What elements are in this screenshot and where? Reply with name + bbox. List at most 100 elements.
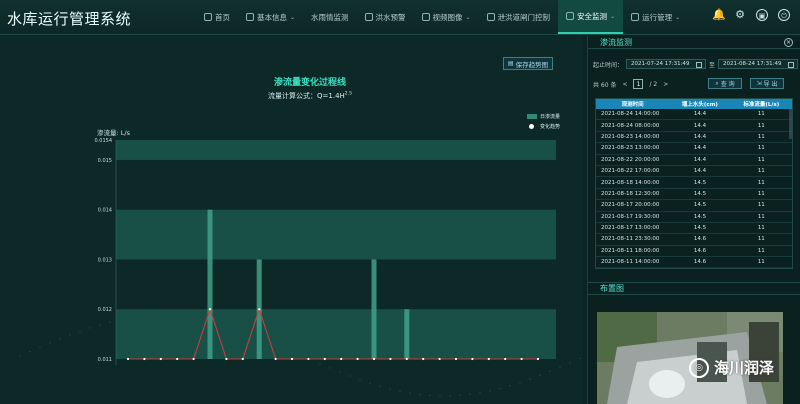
nav-item-0[interactable]: 首页 (196, 0, 238, 34)
decor-dot (69, 334, 71, 336)
y-tick-label: 0.013 (98, 257, 112, 263)
seepage-panel-header: 渗流监测 × (588, 36, 800, 49)
nav-item-3[interactable]: 洪水预警 (357, 0, 414, 34)
seepage-panel-title: 渗流监测 (600, 37, 632, 47)
table-scrollbar[interactable] (789, 109, 792, 139)
save-trend-button[interactable]: ▤ 保存趋势图 (503, 57, 553, 70)
col-flow[interactable]: 标准流量(L/s) (731, 100, 792, 108)
table-cell: 2021-08-23 13:00:00 (601, 145, 660, 152)
table-row[interactable]: 2021-08-17 19:30:00 14.5 11 (596, 212, 792, 223)
y-tick-label: 0.014 (98, 208, 112, 214)
side-panel: 渗流监测 × 起止时间： 2021-07-24 17:31:49 至 2021-… (587, 36, 800, 404)
table-cell: 11 (757, 111, 765, 118)
table-row[interactable]: 2021-08-11 14:00:00 14.6 11 (596, 257, 792, 268)
decor-dot (379, 385, 381, 387)
end-date-input[interactable]: 2021-08-24 17:31:49 (718, 59, 799, 69)
table-row[interactable]: 2021-08-18 14:00:00 14.5 11 (596, 177, 792, 189)
y-tick-label: 0.015 (98, 158, 112, 164)
save-trend-label: 保存趋势图 (515, 60, 549, 69)
decor-dot (109, 321, 111, 324)
legend-item-line[interactable]: 变化趋势 (527, 121, 560, 131)
lock-icon[interactable]: ▣ (756, 9, 768, 21)
nav-item-6[interactable]: 安全监测 ⌄ (558, 0, 624, 34)
nav-item-1[interactable]: 基本信息 ⌄ (238, 0, 303, 34)
table-cell: 14.5 (693, 225, 707, 232)
decor-dot (399, 390, 401, 392)
chart-band (116, 309, 556, 359)
table-body: 2021-08-24 14:00:00 14.4 11 2021-08-24 08:0… (596, 109, 792, 269)
watermark-text: 海川润泽 (714, 359, 775, 377)
query-button[interactable]: ⌕ 查 询 (708, 78, 742, 89)
table-cell: 11 (757, 145, 765, 152)
legend-item-bar[interactable]: 日渗流量 (527, 111, 560, 121)
table-row[interactable]: 2021-08-11 23:30:00 14.6 11 (596, 234, 792, 246)
decor-dot (559, 366, 561, 368)
top-icons: 🔔 ⚙ ▣ ⏻ (712, 9, 790, 21)
current-page[interactable]: 1 (633, 79, 644, 89)
y-tick-label: 0.011 (98, 357, 112, 363)
nav-item-label: 水雨情监测 (311, 12, 349, 22)
table-row[interactable]: 2021-08-24 14:00:00 14.4 11 (596, 109, 792, 121)
export-button[interactable]: ⇲ 导 出 (750, 78, 784, 89)
table-cell: 14.4 (693, 168, 707, 175)
trend-point (520, 357, 523, 361)
table-row[interactable]: 2021-08-22 20:00:00 14.4 11 (596, 155, 792, 166)
date-range: 起止时间： 2021-07-24 17:31:49 至 2021-08-24 1… (593, 59, 799, 69)
decor-dot (99, 324, 101, 326)
power-icon[interactable]: ⏻ (778, 9, 790, 21)
chart-title: 渗流量变化过程线 (273, 78, 346, 88)
legend-bar-label: 日渗流量 (540, 113, 561, 120)
formula: 流量计算公式：Q=1.4H2.5 (0, 91, 583, 101)
table-row[interactable]: 2021-08-11 18:00:00 14.6 11 (596, 246, 792, 258)
decor-dot (329, 367, 331, 369)
table-row[interactable]: 2021-08-23 13:00:00 14.4 11 (596, 143, 792, 155)
trend-point (323, 357, 326, 361)
table-row[interactable]: 2021-08-24 08:00:00 14.4 11 (596, 120, 792, 132)
trend-point (143, 357, 146, 361)
trend-point (208, 308, 212, 311)
col-time[interactable]: 观测时间 (596, 100, 669, 108)
trend-point (307, 357, 310, 361)
trend-point (389, 357, 392, 361)
decor-dot (349, 375, 351, 377)
flood-icon (364, 13, 373, 21)
table-row[interactable]: 2021-08-18 12:30:00 14.5 11 (596, 189, 792, 201)
bar (207, 209, 213, 359)
trend-point (176, 357, 179, 361)
nav-item-2[interactable]: 水雨情监测 (303, 0, 357, 34)
decor-dot (479, 392, 481, 394)
table-cell: 11 (757, 179, 765, 186)
table-cell: 2021-08-11 23:30:00 (601, 236, 660, 243)
table-row[interactable]: 2021-08-17 13:00:00 14.5 11 (596, 223, 792, 235)
start-date-input[interactable]: 2021-07-24 17:31:49 (626, 59, 707, 69)
table-cell: 11 (757, 168, 765, 175)
table-row[interactable]: 2021-08-11 13:30:0014.611 (596, 268, 792, 269)
gear-icon[interactable]: ⚙ (734, 9, 746, 21)
next-page-button[interactable]: > (663, 81, 668, 88)
col-head[interactable]: 堰上水头(cm) (669, 100, 730, 108)
pager: 共 60 条 < 1 / 2 > (593, 79, 668, 89)
close-icon[interactable]: × (784, 37, 793, 47)
layout-photo: ◎ 海川润泽 (597, 312, 783, 404)
trend-point (126, 357, 130, 361)
table-cell: 2021-08-18 14:00:00 (601, 179, 660, 186)
trend-point (225, 357, 228, 361)
decor-dot (509, 385, 511, 387)
layout-panel-title: 布置图 (600, 284, 624, 293)
prev-page-button[interactable]: < (622, 81, 627, 88)
total-count: 共 60 条 (593, 81, 617, 89)
table-row[interactable]: 2021-08-22 17:00:00 14.4 11 (596, 166, 792, 178)
table-row[interactable]: 2021-08-17 20:00:00 14.5 11 (596, 200, 792, 212)
export-label: 导 出 (763, 81, 778, 88)
nav-item-4[interactable]: 视频图像 ⌄ (414, 0, 479, 34)
decor-dot (469, 393, 471, 396)
decor-dot (499, 387, 501, 390)
decor-dot (89, 327, 91, 329)
table-row[interactable]: 2021-08-23 14:00:00 14.4 11 (596, 132, 792, 144)
decor-dot (579, 357, 581, 360)
nav-item-5[interactable]: 泄洪道闸门控制 (479, 0, 559, 34)
trend-point (438, 357, 441, 361)
bell-icon[interactable]: 🔔 (712, 9, 726, 21)
decor-dot (569, 362, 571, 364)
nav-item-7[interactable]: 运行管理 ⌄ (623, 0, 688, 34)
